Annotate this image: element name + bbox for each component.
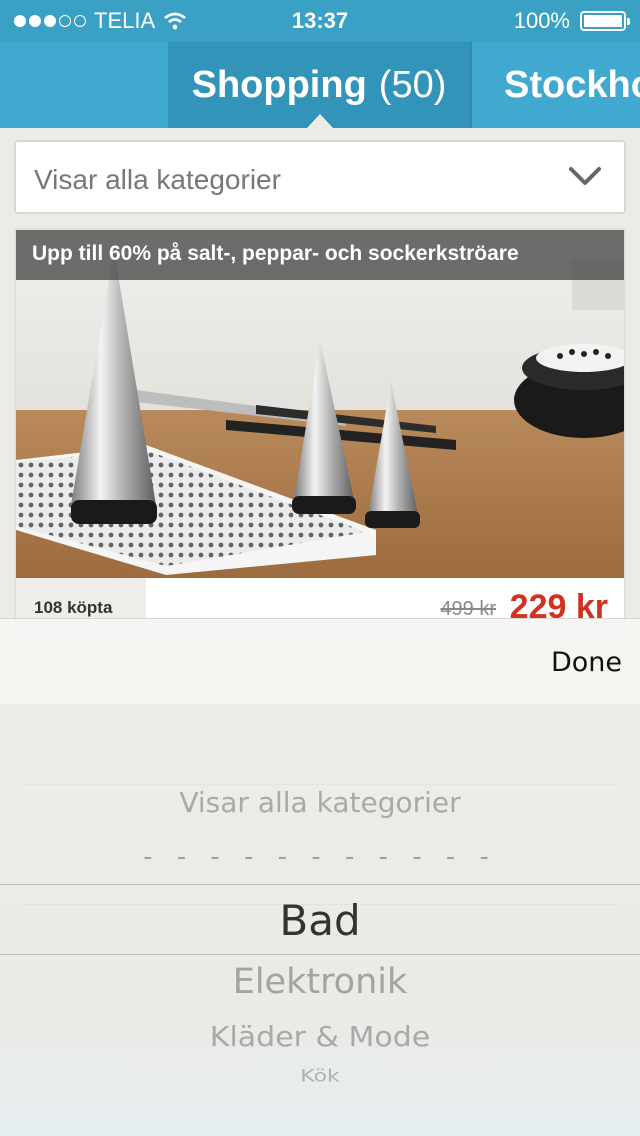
tab-stockholm-label: Stockho [504, 63, 640, 106]
picker-ghost-line [20, 784, 620, 785]
deal-card[interactable]: Upp till 60% på salt-, peppar- och socke… [14, 228, 626, 648]
done-button[interactable]: Done [551, 647, 622, 678]
tab-stockholm[interactable]: Stockho [472, 42, 640, 128]
category-dropdown-value: Visar alla kategorier [34, 164, 281, 195]
picker-toolbar: Done [0, 618, 640, 704]
tab-shopping-label: Shopping [191, 63, 367, 106]
picker-option[interactable]: Kläder & Mode [0, 1021, 640, 1053]
deal-image [16, 230, 624, 578]
deal-title: Upp till 60% på salt-, peppar- och socke… [16, 230, 624, 280]
picker-option-selected[interactable]: Bad [0, 896, 640, 945]
battery-percent: 100% [513, 8, 570, 33]
status-right: 100% [513, 8, 630, 34]
status-bar: TELIA 13:37 100% [0, 0, 640, 42]
category-picker[interactable]: Visar alla kategorier - - - - - - - - - … [0, 704, 640, 1136]
category-dropdown[interactable]: Visar alla kategorier [14, 140, 626, 214]
picker-option[interactable]: Elektronik [0, 962, 640, 1002]
battery-icon [580, 11, 630, 31]
picker-separator: - - - - - - - - - - - [143, 842, 497, 872]
tab-shopping-count: (50) [378, 63, 447, 106]
picker-selection-top-line [0, 884, 640, 885]
active-tab-pointer [307, 114, 333, 128]
chevron-down-icon [569, 167, 601, 185]
picker-option[interactable]: Visar alla kategorier [0, 786, 640, 819]
picker-option[interactable]: Kök [0, 1067, 640, 1086]
picker-selection-bottom-line [0, 954, 640, 955]
